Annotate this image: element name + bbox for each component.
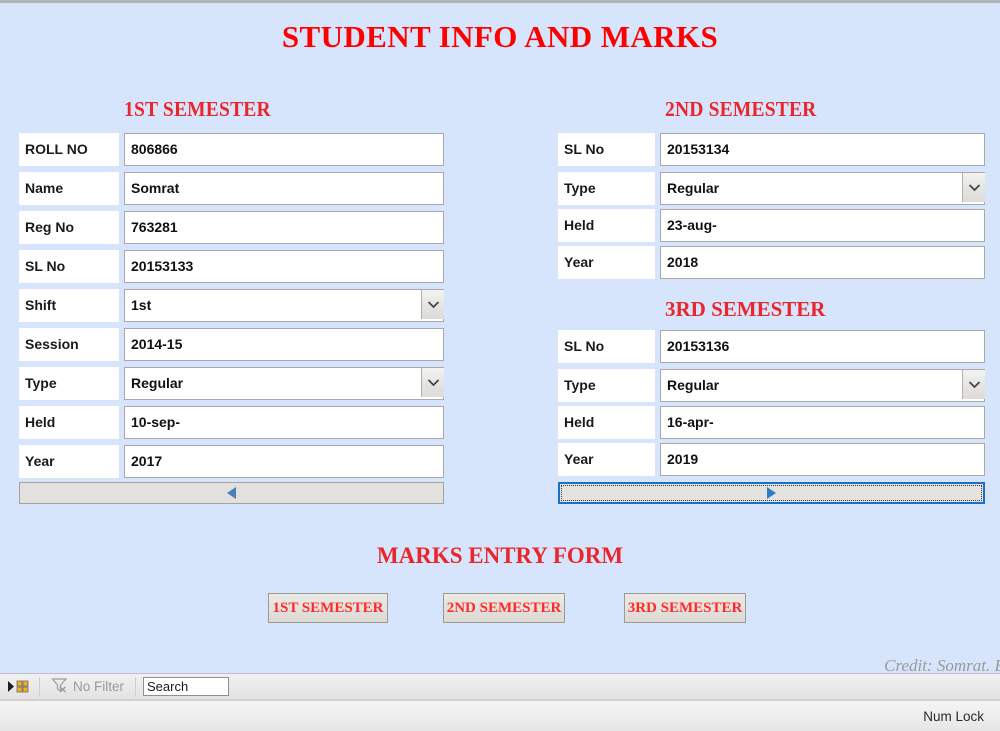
input-roll-no[interactable]: 806866 [124, 133, 444, 166]
label-type-sem3: Type [558, 369, 655, 402]
input-year-sem1[interactable]: 2017 [124, 445, 444, 478]
input-sl-no-sem1[interactable]: 20153133 [124, 250, 444, 283]
toolbar-divider [135, 677, 136, 697]
triangle-left-icon [226, 486, 237, 500]
input-sl-no-sem2[interactable]: 20153134 [660, 133, 985, 166]
marks-entry-button-semester-3[interactable]: 3RD SEMESTER [624, 593, 746, 623]
section-header-semester-1: 1ST SEMESTER [124, 97, 271, 122]
combobox-type-sem1[interactable]: Regular [124, 367, 444, 400]
chevron-down-icon[interactable] [421, 368, 444, 397]
section-header-semester-2: 2ND SEMESTER [665, 97, 816, 122]
combobox-type-sem3[interactable]: Regular [660, 369, 985, 402]
label-year-sem1: Year [19, 445, 119, 478]
page-title: STUDENT INFO AND MARKS [0, 19, 1000, 55]
search-input[interactable]: Search [143, 677, 229, 696]
label-sl-no-sem1: SL No [19, 250, 119, 283]
input-held-sem3[interactable]: 16-apr- [660, 406, 985, 439]
credit-text: Credit: Somrat. Bas [500, 656, 1000, 673]
combobox-type-sem2[interactable]: Regular [660, 172, 985, 205]
label-sl-no-sem3: SL No [558, 330, 655, 363]
num-lock-indicator: Num Lock [923, 709, 1000, 724]
section-header-semester-3: 3RD SEMESTER [665, 297, 825, 322]
chevron-down-icon[interactable] [962, 370, 985, 399]
label-name: Name [19, 172, 119, 205]
input-sl-no-sem3[interactable]: 20153136 [660, 330, 985, 363]
toolbar-divider [39, 677, 40, 697]
next-record-button[interactable] [558, 482, 985, 504]
previous-record-button[interactable] [19, 482, 444, 504]
access-form-window: STUDENT INFO AND MARKS 1ST SEMESTER 2ND … [0, 0, 1000, 731]
marks-entry-button-semester-1[interactable]: 1ST SEMESTER [268, 593, 388, 623]
label-roll-no: ROLL NO [19, 133, 119, 166]
chevron-down-icon[interactable] [421, 290, 444, 319]
input-held-sem1[interactable]: 10-sep- [124, 406, 444, 439]
label-held-sem3: Held [558, 406, 655, 439]
label-held-sem2: Held [558, 209, 655, 242]
input-held-sem2[interactable]: 23-aug- [660, 209, 985, 242]
form-canvas: STUDENT INFO AND MARKS 1ST SEMESTER 2ND … [0, 5, 1000, 673]
label-shift: Shift [19, 289, 119, 322]
label-session: Session [19, 328, 119, 361]
marks-entry-button-semester-2[interactable]: 2ND SEMESTER [443, 593, 565, 623]
input-session[interactable]: 2014-15 [124, 328, 444, 361]
status-bar: Num Lock [0, 700, 1000, 731]
label-year-sem3: Year [558, 443, 655, 476]
filter-icon [51, 677, 68, 696]
input-reg-no[interactable]: 763281 [124, 211, 444, 244]
chevron-down-icon[interactable] [962, 173, 985, 202]
triangle-right-icon [766, 486, 777, 500]
marks-entry-title: MARKS ENTRY FORM [0, 543, 1000, 569]
combobox-shift[interactable]: 1st [124, 289, 444, 322]
new-record-icon[interactable] [0, 676, 36, 698]
input-year-sem3[interactable]: 2019 [660, 443, 985, 476]
label-year-sem2: Year [558, 246, 655, 279]
label-type-sem2: Type [558, 172, 655, 205]
no-filter-label: No Filter [73, 679, 124, 694]
record-navigation-bar: No Filter Search [0, 673, 1000, 700]
no-filter-button[interactable]: No Filter [43, 676, 132, 698]
input-name[interactable]: Somrat [124, 172, 444, 205]
label-held-sem1: Held [19, 406, 119, 439]
input-year-sem2[interactable]: 2018 [660, 246, 985, 279]
label-type-sem1: Type [19, 367, 119, 400]
label-sl-no-sem2: SL No [558, 133, 655, 166]
label-reg-no: Reg No [19, 211, 119, 244]
